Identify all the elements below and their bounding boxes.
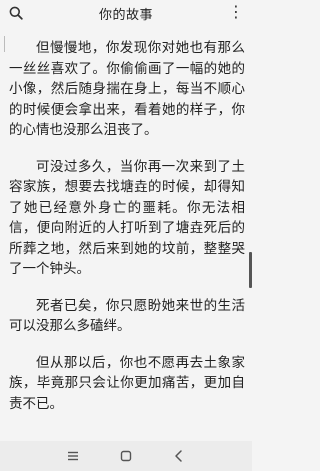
- nav-back-icon[interactable]: [170, 447, 188, 465]
- reader-page: 你的故事 ⋮ 但慢慢地，你发现你对她也有那么一丝丝喜欢了。你偷偷画了一幅的她的小…: [0, 0, 252, 471]
- scrollbar[interactable]: [249, 252, 252, 288]
- more-vertical-icon[interactable]: ⋮: [228, 3, 244, 21]
- story-paragraph: 可没过多久，当你再一次来到了土容家族，想要去找塘垚的时候，却得知了她已经意外身亡…: [9, 158, 245, 278]
- page-edge-mark: [4, 36, 5, 52]
- top-bar: 你的故事 ⋮: [0, 0, 252, 26]
- page-title: 你的故事: [98, 8, 153, 23]
- nav-home-icon[interactable]: [117, 447, 135, 465]
- story-paragraph: 但从那以后，你也不愿再去土象家族，毕竟那只会让你更加痛苦，更加自责不已。: [9, 354, 245, 412]
- story-paragraph: 死者已矣，你只愿盼她来世的生活可以没那么多磕绊。: [9, 297, 245, 335]
- story-content: 但慢慢地，你发现你对她也有那么一丝丝喜欢了。你偷偷画了一幅的她的小像，然后随身揣…: [9, 38, 245, 430]
- system-nav-bar: [0, 441, 252, 471]
- nav-menu-icon[interactable]: [64, 447, 82, 465]
- story-paragraph: 但慢慢地，你发现你对她也有那么一丝丝喜欢了。你偷偷画了一幅的她的小像，然后随身揣…: [9, 40, 245, 138]
